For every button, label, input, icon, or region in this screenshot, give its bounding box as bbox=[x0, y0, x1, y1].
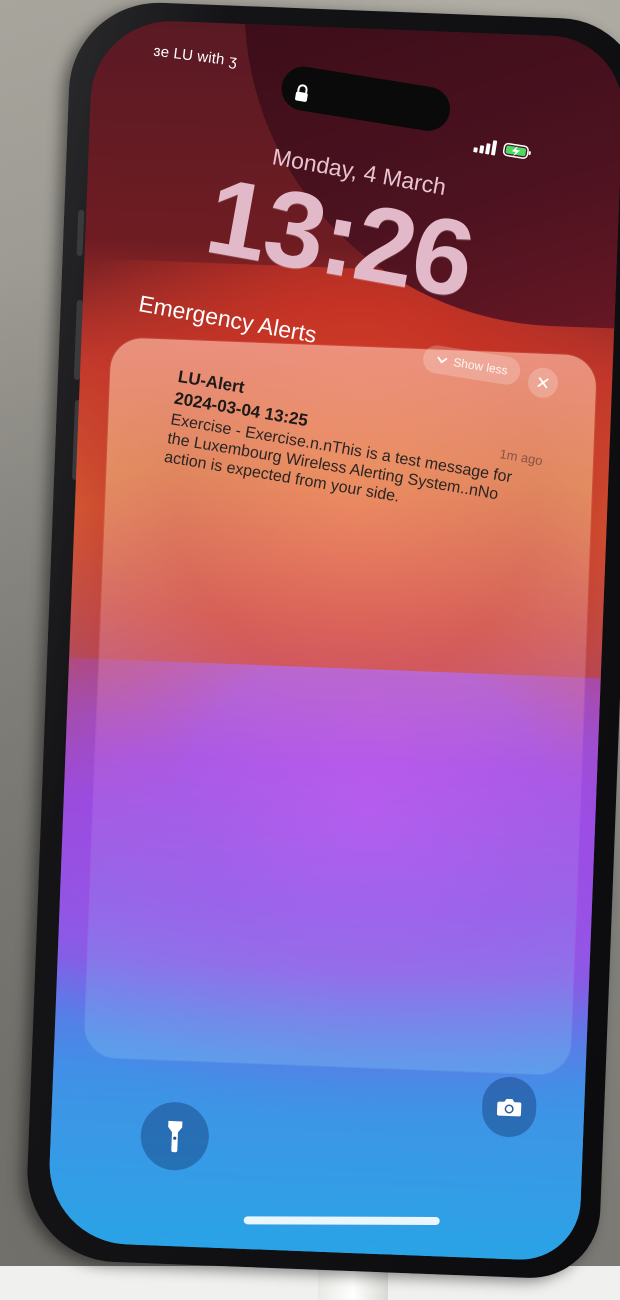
photo-scene: ɜe LU with ʒ Monday, 4 March 13:26 Emerg… bbox=[0, 0, 620, 1300]
home-indicator[interactable] bbox=[243, 1216, 440, 1225]
lock-icon bbox=[295, 84, 308, 102]
flashlight-icon bbox=[168, 1120, 183, 1153]
camera-icon bbox=[496, 1098, 522, 1117]
action-button bbox=[76, 209, 85, 257]
cellular-signal-icon bbox=[473, 140, 498, 156]
battery-charging-icon bbox=[502, 142, 531, 159]
close-icon bbox=[537, 377, 549, 389]
lock-screen: ɜe LU with ʒ Monday, 4 March 13:26 Emerg… bbox=[46, 18, 620, 1262]
chevron-down-icon bbox=[437, 356, 447, 364]
show-less-label: Show less bbox=[452, 355, 509, 378]
carrier-text: ɜe LU with ʒ bbox=[152, 42, 239, 71]
